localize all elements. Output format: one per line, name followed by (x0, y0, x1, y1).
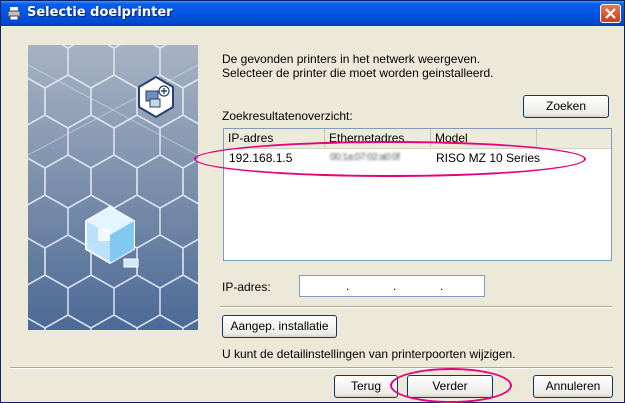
title-bar[interactable]: Selectie doelprinter (1, 1, 624, 26)
ip-dot-1: . (346, 279, 350, 293)
search-button[interactable]: Zoeken (523, 95, 609, 118)
back-button[interactable]: Terug (334, 375, 398, 398)
wizard-illustration (28, 45, 198, 330)
ip-address-input[interactable]: . . . (299, 275, 485, 297)
ip-dot-3: . (440, 279, 444, 293)
intro-line-1: De gevonden printers in het netwerk weer… (222, 52, 481, 66)
custom-install-button[interactable]: Aangep. installatie (222, 315, 337, 338)
cancel-button[interactable]: Annuleren (533, 375, 613, 398)
column-model[interactable]: Model (431, 129, 537, 147)
results-listview[interactable]: IP-adres Ethernetadres Model 192.168.1.5… (223, 128, 612, 261)
row-ip-address: 192.168.1.5 (229, 151, 293, 165)
column-ethernet-address[interactable]: Ethernetadres (325, 129, 431, 147)
printer-icon (8, 7, 20, 20)
dialog-window: Selectie doelprinter De gevonden printer… (0, 0, 625, 403)
close-button[interactable] (600, 4, 621, 23)
table-row[interactable]: 192.168.1.5 00:1a:07:02:a0:0f RISO MZ 10… (224, 150, 611, 167)
row-ethernet-address: 00:1a:07:02:a0:0f (330, 152, 400, 163)
search-results-label: Zoekresultatenoverzicht: (222, 109, 353, 123)
intro-line-2: Selecteer de printer die moet worden gei… (222, 66, 494, 80)
listview-header: IP-adres Ethernetadres Model (224, 129, 611, 149)
next-button[interactable]: Verder (407, 375, 493, 398)
column-ip-address[interactable]: IP-adres (224, 129, 325, 147)
separator-bottom (10, 367, 613, 369)
close-icon (605, 8, 616, 19)
custom-install-hint: U kunt de detailinstellingen van printer… (222, 347, 516, 361)
window-title: Selectie doelprinter (27, 5, 173, 20)
separator-top (220, 306, 612, 308)
column-empty (537, 129, 611, 147)
row-model: RISO MZ 10 Series (436, 151, 541, 165)
ip-dot-2: . (393, 279, 397, 293)
ip-address-label: IP-adres: (222, 280, 271, 294)
